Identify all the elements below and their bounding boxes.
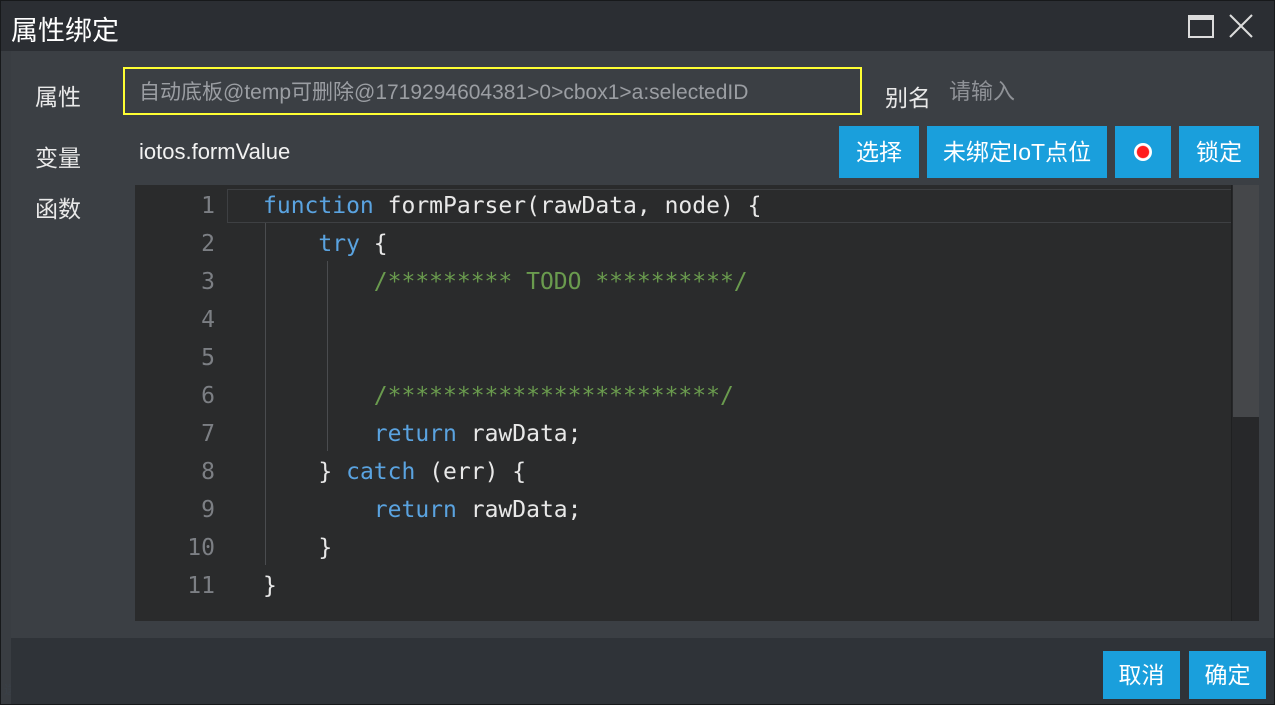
code-line: } <box>263 573 277 599</box>
code-text: (err) { <box>415 459 527 485</box>
code-text: formParser(rawData, node) { <box>373 193 762 219</box>
line-number: 11 <box>187 573 215 599</box>
dialog-title: 属性绑定 <box>11 16 119 46</box>
attribute-label: 属性 <box>35 84 81 110</box>
confirm-button[interactable]: 确定 <box>1189 651 1266 699</box>
line-number: 3 <box>201 269 215 295</box>
code-keyword: return <box>373 497 457 523</box>
code-text: } <box>263 535 333 561</box>
line-number: 2 <box>201 231 215 257</box>
variable-label: 变量 <box>35 145 81 171</box>
alias-label: 别名 <box>885 85 931 111</box>
code-keyword: try <box>318 231 360 257</box>
line-number-gutter: 1 2 3 4 5 6 7 8 9 10 11 <box>135 185 227 621</box>
variable-value: iotos.formValue <box>139 139 291 164</box>
line-number: 5 <box>201 345 215 371</box>
line-number: 7 <box>201 421 215 447</box>
editor-scrollbar-thumb[interactable] <box>1233 185 1259 417</box>
code-text: rawData; <box>456 497 582 523</box>
line-number: 8 <box>201 459 215 485</box>
line-number: 1 <box>201 193 215 219</box>
dialog-titlebar[interactable]: 属性绑定 <box>1 1 1274 51</box>
select-button[interactable]: 选择 <box>839 126 919 178</box>
code-line: } catch (err) { <box>263 459 526 485</box>
record-icon <box>1134 143 1152 161</box>
line-number: 4 <box>201 307 215 333</box>
code-editor[interactable]: 1 2 3 4 5 6 7 8 9 10 11 function formParser(rawDat… <box>135 185 1259 621</box>
line-number: 10 <box>187 535 215 561</box>
code-line: try { <box>263 231 388 257</box>
alias-input[interactable] <box>941 73 1261 111</box>
function-label: 函数 <box>35 196 81 222</box>
property-binding-dialog: 属性绑定 属性 别名 变量 iotos.formValue 选择 未绑定IoT点… <box>0 0 1275 705</box>
maximize-icon[interactable] <box>1186 11 1216 41</box>
record-button[interactable] <box>1115 126 1171 178</box>
dialog-footer <box>11 638 1274 704</box>
unbound-iot-button[interactable]: 未绑定IoT点位 <box>927 126 1107 178</box>
code-line: return rawData; <box>263 421 582 447</box>
code-line: return rawData; <box>263 497 582 523</box>
code-keyword: return <box>373 421 457 447</box>
lock-button[interactable]: 锁定 <box>1179 126 1259 178</box>
code-line: /********* TODO **********/ <box>263 269 748 295</box>
code-text: } <box>263 573 277 599</box>
line-number: 9 <box>201 497 215 523</box>
close-icon[interactable] <box>1226 11 1256 41</box>
code-keyword: catch <box>346 459 416 485</box>
cancel-button[interactable]: 取消 <box>1103 651 1180 699</box>
code-text: { <box>359 231 388 257</box>
code-comment: /************************/ <box>373 383 734 409</box>
code-line: function formParser(rawData, node) { <box>263 193 762 219</box>
code-text: rawData; <box>456 421 582 447</box>
line-number: 6 <box>201 383 215 409</box>
code-text: } <box>263 459 347 485</box>
code-keyword: function <box>263 193 374 219</box>
code-comment: /********* TODO **********/ <box>373 269 748 295</box>
code-line: } <box>263 535 332 561</box>
code-line: /************************/ <box>263 383 734 409</box>
attribute-input[interactable] <box>123 67 862 115</box>
